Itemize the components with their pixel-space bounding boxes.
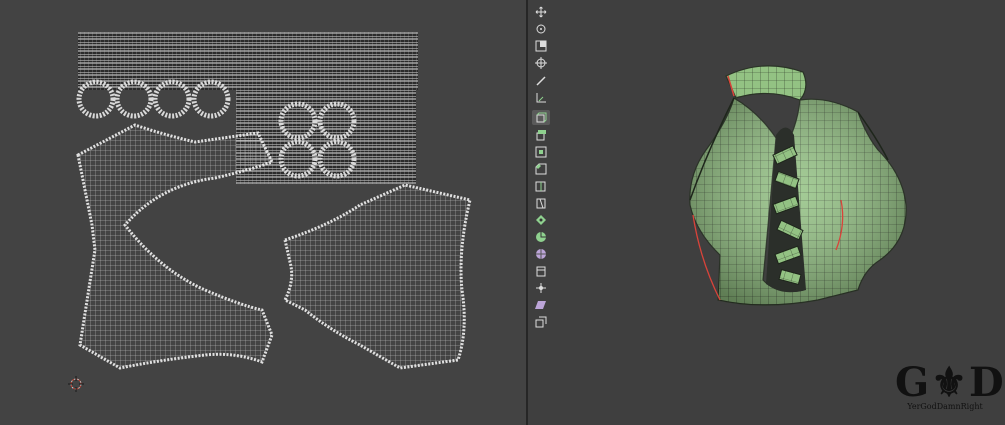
uv-editor-panel[interactable] [0, 0, 526, 425]
cursor-2d-icon[interactable] [68, 376, 84, 392]
uv-islands[interactable] [0, 0, 526, 425]
3d-viewport[interactable]: G⚜D YerGodDamnRight [528, 0, 1005, 425]
watermark-logo: G⚜D YerGodDamnRight [895, 359, 1005, 417]
logo-mark: G⚜D [895, 359, 1005, 406]
bodice-island-left [76, 123, 275, 370]
bodice-island-right [282, 183, 472, 370]
logo-text: YerGodDamnRight [907, 402, 983, 411]
